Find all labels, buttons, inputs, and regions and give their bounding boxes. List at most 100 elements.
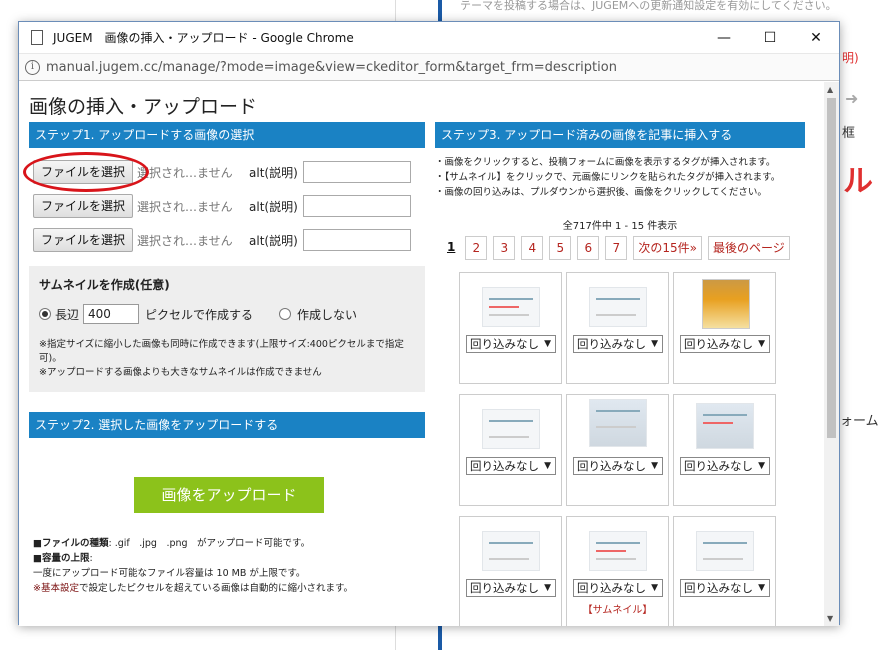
capacity-label: ■容量の上限: [33, 553, 90, 564]
pagination: 1 2 3 4 5 6 7 次の15件» 最後のページ: [443, 236, 796, 260]
dropdown-arrow-icon: ▼: [544, 339, 551, 349]
file-row-3: ファイルを選択 選択され…ません alt(説明): [33, 227, 411, 253]
choose-file-button[interactable]: ファイルを選択: [33, 194, 133, 218]
note-prefix: ※: [33, 583, 41, 594]
step3-note: ・画像の回り込みは、プルダウンから選択後、画像をクリックしてください。: [435, 187, 767, 198]
scroll-up-icon[interactable]: ▲: [827, 85, 833, 94]
capacity-text: 一度にアップロード可能なファイル容量は 10 MB が上限です。: [33, 568, 306, 579]
image-thumbnail[interactable]: [589, 399, 647, 447]
result-count: 全717件中 1 - 15 件表示: [562, 221, 678, 232]
close-button[interactable]: ✕: [793, 22, 839, 53]
page-link[interactable]: 3: [493, 236, 516, 260]
last-page-link[interactable]: 最後のページ: [707, 236, 790, 260]
alt-input[interactable]: [303, 195, 411, 217]
next-page-link[interactable]: 次の15件»: [633, 236, 702, 260]
image-thumbnail[interactable]: [482, 287, 540, 327]
dropdown-arrow-icon: ▼: [544, 461, 551, 471]
page-link[interactable]: 2: [465, 236, 488, 260]
radio-no-thumbnail-label: 作成しない: [297, 307, 358, 322]
chrome-popup-window: JUGEM 画像の挿入・アップロード - Google Chrome — ☐ ✕…: [18, 21, 840, 626]
note-text: で設定したピクセルを超えている画像は自動的に縮小されます。: [78, 583, 354, 594]
dialog-content: 画像の挿入・アップロード ステップ1. アップロードする画像の選択 ファイルを選…: [19, 82, 825, 626]
step3-note: ・画像をクリックすると、投稿フォームに画像を表示するタグが挿入されます。: [435, 157, 776, 168]
dropdown-arrow-icon: ▼: [544, 583, 551, 593]
wrap-select[interactable]: 回り込みなし ▼: [680, 579, 770, 597]
page-link[interactable]: 5: [549, 236, 572, 260]
image-thumbnail[interactable]: [482, 409, 540, 449]
image-cell[interactable]: 回り込みなし ▼: [459, 272, 562, 384]
address-bar: i manual.jugem.cc/manage/?mode=image&vie…: [19, 53, 839, 81]
image-thumbnail[interactable]: [696, 403, 754, 449]
image-thumbnail[interactable]: [696, 531, 754, 571]
dropdown-arrow-icon: ▼: [651, 339, 658, 349]
wrap-select[interactable]: 回り込みなし ▼: [573, 335, 663, 353]
wrap-select[interactable]: 回り込みなし ▼: [466, 457, 556, 475]
dropdown-arrow-icon: ▼: [758, 583, 765, 593]
image-thumbnail[interactable]: [589, 287, 647, 327]
step3-note: ・【サムネイル】をクリックで、元画像にリンクを貼られたタグが挿入されます。: [435, 172, 781, 183]
wrap-select[interactable]: 回り込みなし ▼: [466, 335, 556, 353]
background-big-text: ル: [843, 164, 873, 199]
wrap-select[interactable]: 回り込みなし ▼: [680, 457, 770, 475]
scroll-down-icon[interactable]: ▼: [827, 614, 833, 623]
minimize-button[interactable]: —: [701, 22, 747, 53]
image-cell[interactable]: 回り込みなし ▼ 【サムネイル】: [566, 516, 669, 626]
wrap-select[interactable]: 回り込みなし ▼: [466, 579, 556, 597]
dropdown-arrow-icon: ▼: [651, 461, 658, 471]
dropdown-arrow-icon: ▼: [758, 339, 765, 349]
choose-file-button[interactable]: ファイルを選択: [33, 228, 133, 252]
thumbnail-radio-row: 長辺 400 ピクセルで作成する 作成しない: [39, 304, 357, 324]
background-form-text: ォーム: [840, 414, 879, 429]
radio-long-side-label: 長辺: [55, 307, 80, 322]
pixel-size-input[interactable]: 400: [83, 304, 140, 324]
image-cell[interactable]: 回り込みなし ▼: [459, 516, 562, 626]
image-thumbnail[interactable]: [702, 279, 750, 329]
page-title: 画像の挿入・アップロード: [29, 96, 258, 118]
filetype-text: : .gif .jpg .png がアップロード可能です。: [108, 538, 311, 549]
radio-no-thumbnail[interactable]: [279, 308, 292, 320]
info-icon[interactable]: i: [25, 59, 40, 75]
url-text: manual.jugem.cc/manage/?mode=image&view=…: [46, 59, 617, 75]
wrap-select[interactable]: 回り込みなし ▼: [573, 579, 663, 597]
radio-long-side[interactable]: [39, 308, 51, 320]
image-cell[interactable]: 回り込みなし ▼: [673, 394, 776, 506]
alt-input[interactable]: [303, 161, 411, 183]
image-thumbnail[interactable]: [589, 531, 647, 571]
page-link[interactable]: 4: [521, 236, 544, 260]
alt-input[interactable]: [303, 229, 411, 251]
thumbnail-note-1: ※指定サイズに縮小した画像も同時に作成できます(上限サイズ:400ピクセルまで指…: [39, 339, 404, 364]
thumbnail-note-2: ※アップロードする画像よりも大きなサムネイルは作成できません: [39, 367, 322, 378]
alt-label: alt(説明): [249, 233, 298, 248]
file-status: 選択され…ません: [137, 199, 233, 214]
image-cell[interactable]: 回り込みなし ▼: [673, 516, 776, 626]
vertical-scrollbar[interactable]: ▲ ▼: [824, 82, 839, 626]
thumbnail-caption-link[interactable]: 【サムネイル】: [567, 601, 668, 616]
page-link[interactable]: 7: [605, 236, 628, 260]
file-status: 選択され…ません: [137, 165, 233, 180]
upload-info: ■ファイルの種類: .gif .jpg .png がアップロード可能です。 ■容…: [33, 536, 353, 596]
image-thumbnail[interactable]: [482, 531, 540, 571]
image-cell[interactable]: 回り込みなし ▼: [566, 394, 669, 506]
background-red-text: 明): [842, 51, 859, 65]
page-link[interactable]: 6: [577, 236, 600, 260]
file-row-2: ファイルを選択 選択され…ません alt(説明): [33, 193, 411, 219]
arrow-icon: ➜: [845, 89, 859, 108]
alt-label: alt(説明): [249, 199, 298, 214]
page-link-current[interactable]: 1: [443, 236, 460, 260]
maximize-button[interactable]: ☐: [747, 22, 793, 53]
image-cell[interactable]: 回り込みなし ▼: [673, 272, 776, 384]
basic-settings-link[interactable]: 基本設定: [41, 583, 79, 594]
thumbnail-title: サムネイルを作成(任意): [39, 278, 170, 292]
wrap-select[interactable]: 回り込みなし ▼: [680, 335, 770, 353]
capacity-suffix: :: [89, 553, 93, 564]
scrollbar-thumb[interactable]: [827, 98, 836, 438]
upload-button[interactable]: 画像をアップロード: [134, 477, 324, 513]
wrap-select[interactable]: 回り込みなし ▼: [573, 457, 663, 475]
thumbnail-options-box: サムネイルを作成(任意) 長辺 400 ピクセルで作成する 作成しない ※指定サ…: [29, 266, 425, 392]
dropdown-arrow-icon: ▼: [758, 461, 765, 471]
highlight-circle: [23, 152, 149, 192]
image-cell[interactable]: 回り込みなし ▼: [459, 394, 562, 506]
background-frame-text: 框: [842, 126, 856, 141]
step3-heading: ステップ3. アップロード済みの画像を記事に挿入する: [435, 122, 805, 148]
image-cell[interactable]: 回り込みなし ▼: [566, 272, 669, 384]
